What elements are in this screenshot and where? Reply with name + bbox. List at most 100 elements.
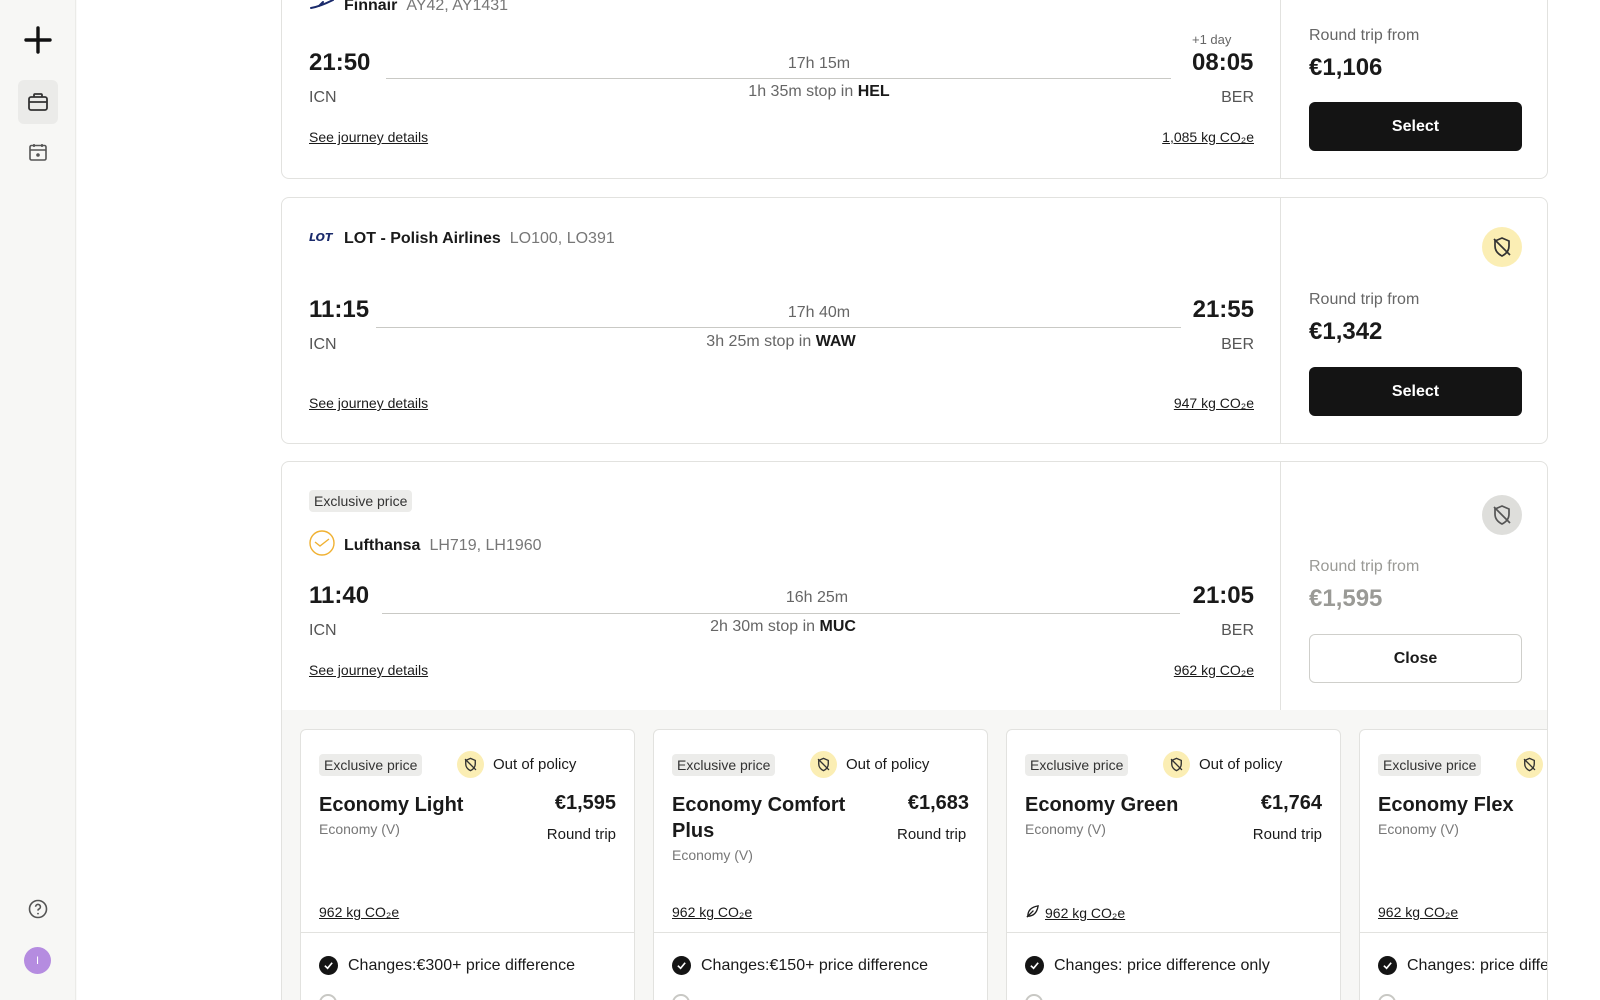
- exclusive-price-tag: Exclusive price: [1378, 754, 1482, 776]
- plus-logo-icon[interactable]: [18, 18, 58, 62]
- flight-card-itinerary: LOT LOT - Polish Airlines LO100, LO391 1…: [282, 198, 1281, 443]
- price-value: €1,595: [1309, 585, 1383, 612]
- flight-duration: 17h 40m: [787, 304, 851, 321]
- stop-info: 3h 25m stop in WAW: [706, 333, 856, 350]
- route-line: [376, 327, 1181, 328]
- arrive-time: 21:05: [1192, 582, 1254, 609]
- avatar[interactable]: I: [24, 947, 51, 974]
- fare-class: Economy (V): [1025, 821, 1106, 837]
- see-journey-details-link[interactable]: See journey details: [309, 662, 428, 678]
- shield-off-icon[interactable]: [1482, 495, 1522, 535]
- fare-name: Economy Comfort Plus: [672, 794, 846, 842]
- arrive-time: 21:55: [1192, 296, 1254, 323]
- shield-off-icon: [1516, 751, 1543, 778]
- flight-card-itinerary: Exclusive price Lufthansa LH719, LH1960 …: [282, 462, 1281, 710]
- flight-card-price: Round trip from €1,106 Select: [1282, 0, 1547, 178]
- fare-card-header: Exclusive price Economy Flex Economy (V)…: [1360, 730, 1547, 933]
- see-journey-details-link[interactable]: See journey details: [309, 129, 428, 145]
- check-circle-icon: [1378, 956, 1397, 975]
- briefcase-icon[interactable]: [18, 80, 58, 124]
- fare-feature-changes: Changes:€300+ price difference: [319, 956, 575, 975]
- fare-price: €1,764: [1260, 792, 1322, 814]
- check-circle-icon: [672, 956, 691, 975]
- flight-card-lufthansa: Exclusive price Lufthansa LH719, LH1960 …: [281, 461, 1548, 711]
- fare-feature-changes: Changes: price difference only: [1378, 956, 1547, 975]
- route-line: [386, 78, 1171, 79]
- route-line: [382, 613, 1180, 614]
- feature-status-icon: [672, 994, 690, 1000]
- arrive-airport: BER: [1221, 622, 1254, 639]
- fare-name: Economy Flex: [1378, 794, 1514, 816]
- fare-class: Economy (V): [319, 821, 400, 837]
- fare-price-note: Round trip: [546, 826, 616, 843]
- fare-card-economy-light[interactable]: Exclusive price Out of policy Economy Li…: [300, 729, 635, 1000]
- exclusive-price-tag: Exclusive price: [672, 754, 776, 776]
- out-of-policy-badge: Out of policy: [457, 751, 576, 778]
- fare-card-economy-flex[interactable]: Exclusive price Economy Flex Economy (V)…: [1359, 729, 1547, 1000]
- check-circle-icon: [1025, 956, 1044, 975]
- co2-emissions-link[interactable]: 962 kg CO₂e: [319, 904, 399, 920]
- lot-logo-icon: LOT: [309, 229, 335, 248]
- flight-duration: 16h 25m: [785, 589, 849, 606]
- feature-status-icon: [1378, 994, 1396, 1000]
- out-of-policy-badge: Out of policy: [1163, 751, 1282, 778]
- airline-row: Finnair AY42, AY1431: [309, 0, 508, 15]
- depart-airport: ICN: [309, 622, 337, 639]
- co2-emissions-link[interactable]: 962 kg CO₂e: [1378, 904, 1458, 920]
- fare-card-economy-green[interactable]: Exclusive price Out of policy Economy Gr…: [1006, 729, 1341, 1000]
- fare-price-note: Round trip: [897, 826, 967, 843]
- depart-time: 21:50: [309, 49, 371, 76]
- airline-name: Finnair: [344, 0, 398, 14]
- co2-emissions-link[interactable]: 947 kg CO₂e: [1174, 395, 1254, 411]
- feature-status-icon: [1025, 994, 1043, 1000]
- co2-emissions-link[interactable]: 962 kg CO₂e: [672, 904, 752, 920]
- feature-status-icon: [319, 994, 337, 1000]
- fare-price: €1,595: [554, 792, 616, 814]
- select-button[interactable]: Select: [1309, 367, 1522, 416]
- fare-price: €1,683: [907, 792, 969, 814]
- check-circle-icon: [319, 956, 338, 975]
- out-of-policy-badge: [1516, 751, 1543, 778]
- airline-row: LOT LOT - Polish Airlines LO100, LO391: [309, 229, 615, 248]
- fare-class: Economy (V): [1378, 821, 1459, 837]
- airline-name: Lufthansa: [344, 536, 421, 554]
- price-label: Round trip from: [1309, 291, 1420, 308]
- airline-name: LOT - Polish Airlines: [344, 229, 501, 247]
- depart-airport: ICN: [309, 336, 337, 353]
- price-label: Round trip from: [1309, 558, 1420, 575]
- svg-text:LOT: LOT: [309, 231, 334, 243]
- fare-card-header: Exclusive price Out of policy Economy Co…: [654, 730, 987, 933]
- flight-card-itinerary: Finnair AY42, AY1431 21:50 ICN 17h 15m 1…: [282, 0, 1281, 178]
- shield-off-icon[interactable]: [1482, 227, 1522, 267]
- co2-emissions-link[interactable]: 1,085 kg CO₂e: [1162, 129, 1254, 145]
- fare-card-header: Exclusive price Out of policy Economy Gr…: [1007, 730, 1340, 933]
- out-of-policy-badge: Out of policy: [810, 751, 929, 778]
- fare-name: Economy Light: [319, 794, 464, 816]
- see-journey-details-link[interactable]: See journey details: [309, 395, 428, 411]
- close-button[interactable]: Close: [1309, 634, 1522, 683]
- shield-off-icon: [1163, 751, 1190, 778]
- flight-card-price: Round trip from €1,342 Select: [1282, 198, 1547, 443]
- price-value: €1,342: [1309, 318, 1383, 345]
- fare-feature-changes: Changes: price difference only: [1025, 956, 1270, 975]
- leaf-icon: [1025, 904, 1040, 922]
- airline-row: Lufthansa LH719, LH1960: [309, 530, 542, 561]
- co2-emissions-link[interactable]: 962 kg CO₂e: [1025, 904, 1125, 922]
- exclusive-price-tag: Exclusive price: [319, 754, 423, 776]
- arrive-airport: BER: [1221, 89, 1254, 106]
- calendar-icon[interactable]: [18, 130, 58, 174]
- flight-numbers: LO100, LO391: [509, 229, 615, 247]
- stop-info: 2h 30m stop in MUC: [710, 618, 856, 635]
- flight-numbers: AY42, AY1431: [406, 0, 509, 14]
- fare-card-economy-comfort-plus[interactable]: Exclusive price Out of policy Economy Co…: [653, 729, 988, 1000]
- flight-card-lot: LOT LOT - Polish Airlines LO100, LO391 1…: [281, 197, 1548, 444]
- flight-card-finnair: Finnair AY42, AY1431 21:50 ICN 17h 15m 1…: [281, 0, 1548, 179]
- shield-off-icon: [810, 751, 837, 778]
- flight-numbers: LH719, LH1960: [429, 536, 542, 554]
- plus-day-badge: +1 day: [1192, 32, 1232, 47]
- help-icon[interactable]: [18, 887, 58, 931]
- select-button[interactable]: Select: [1309, 102, 1522, 151]
- fare-name: Economy Green: [1025, 794, 1179, 816]
- depart-airport: ICN: [309, 89, 337, 106]
- co2-emissions-link[interactable]: 962 kg CO₂e: [1174, 662, 1254, 678]
